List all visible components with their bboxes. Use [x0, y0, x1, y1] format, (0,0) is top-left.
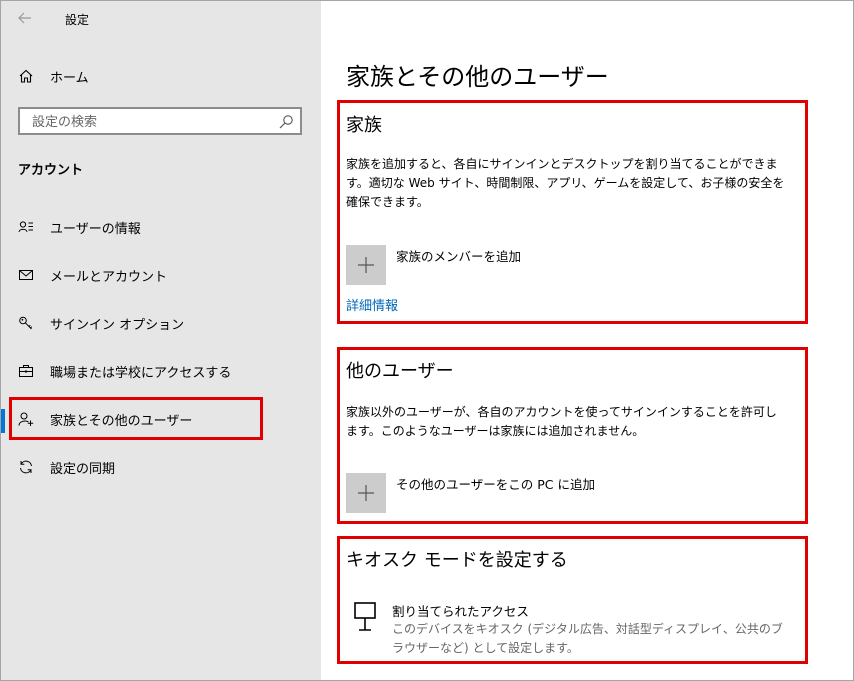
kiosk-section-title: キオスク モードを設定する [346, 550, 568, 571]
sidebar-item-label: 設定の同期 [50, 462, 116, 477]
add-other-user-button[interactable] [346, 473, 386, 513]
sidebar-item-email-accounts[interactable]: メールとアカウント [1, 254, 321, 294]
add-other-user-label[interactable]: その他のユーザーをこの PC に追加 [396, 474, 595, 493]
sidebar-item-work-school[interactable]: 職場または学校にアクセスする [1, 350, 321, 390]
settings-window: 設定 ホーム アカウント [0, 0, 854, 681]
person-add-icon [17, 410, 35, 428]
plus-icon [358, 485, 374, 501]
page-title: 家族とその他のユーザー [346, 63, 609, 91]
sync-icon [17, 458, 35, 476]
sidebar-item-label: 職場または学校にアクセスする [50, 366, 232, 381]
sidebar-item-sync-settings[interactable]: 設定の同期 [1, 446, 321, 486]
section-heading-accounts: アカウント [18, 163, 84, 178]
sidebar-item-label: ホーム [50, 71, 89, 86]
sidebar-item-label: サインイン オプション [50, 318, 185, 333]
mail-icon [17, 266, 35, 284]
home-icon [17, 67, 35, 85]
app-title: 設定 [65, 13, 90, 27]
more-info-link[interactable]: 詳細情報 [346, 295, 398, 314]
family-section-description: 家族を追加すると、各自にサインインとデスクトップを割り当てることができます。適切… [346, 157, 785, 209]
assigned-access-link[interactable]: 割り当てられたアクセス [392, 601, 529, 620]
sidebar-item-label: 家族とその他のユーザー [50, 414, 193, 429]
add-family-member-label[interactable]: 家族のメンバーを追加 [396, 246, 521, 265]
assigned-access-description: このデバイスをキオスク (デジタル広告、対話型ディスプレイ、公共のブラウザーなど… [392, 622, 783, 655]
highlight-box-family [337, 100, 808, 324]
sidebar-item-family-other-users[interactable]: 家族とその他のユーザー [1, 398, 321, 438]
search-input[interactable] [30, 112, 274, 132]
key-icon [17, 314, 35, 332]
search-box[interactable] [18, 107, 302, 135]
other-users-section-description: 家族以外のユーザーが、各自のアカウントを使ってサインインすることを許可します。こ… [346, 405, 777, 438]
back-button[interactable] [9, 5, 41, 31]
other-users-section-title: 他のユーザー [346, 361, 454, 382]
add-family-member-button[interactable] [346, 245, 386, 285]
sidebar-item-home[interactable]: ホーム [1, 55, 321, 95]
sidebar-item-label: ユーザーの情報 [50, 222, 141, 237]
briefcase-icon [17, 362, 35, 380]
plus-icon [358, 257, 374, 273]
back-arrow-icon [18, 12, 31, 24]
kiosk-icon [354, 602, 376, 631]
family-section-title: 家族 [346, 115, 382, 136]
sidebar-item-user-info[interactable]: ユーザーの情報 [1, 206, 321, 246]
user-info-icon [17, 218, 35, 236]
main-content: 家族とその他のユーザー 家族 家族を追加すると、各自にサインインとデスクトップを… [321, 1, 853, 680]
search-icon[interactable] [278, 114, 294, 130]
sidebar-item-sign-in-options[interactable]: サインイン オプション [1, 302, 321, 342]
sidebar-item-label: メールとアカウント [50, 270, 168, 285]
sidebar: 設定 ホーム アカウント [1, 1, 321, 680]
